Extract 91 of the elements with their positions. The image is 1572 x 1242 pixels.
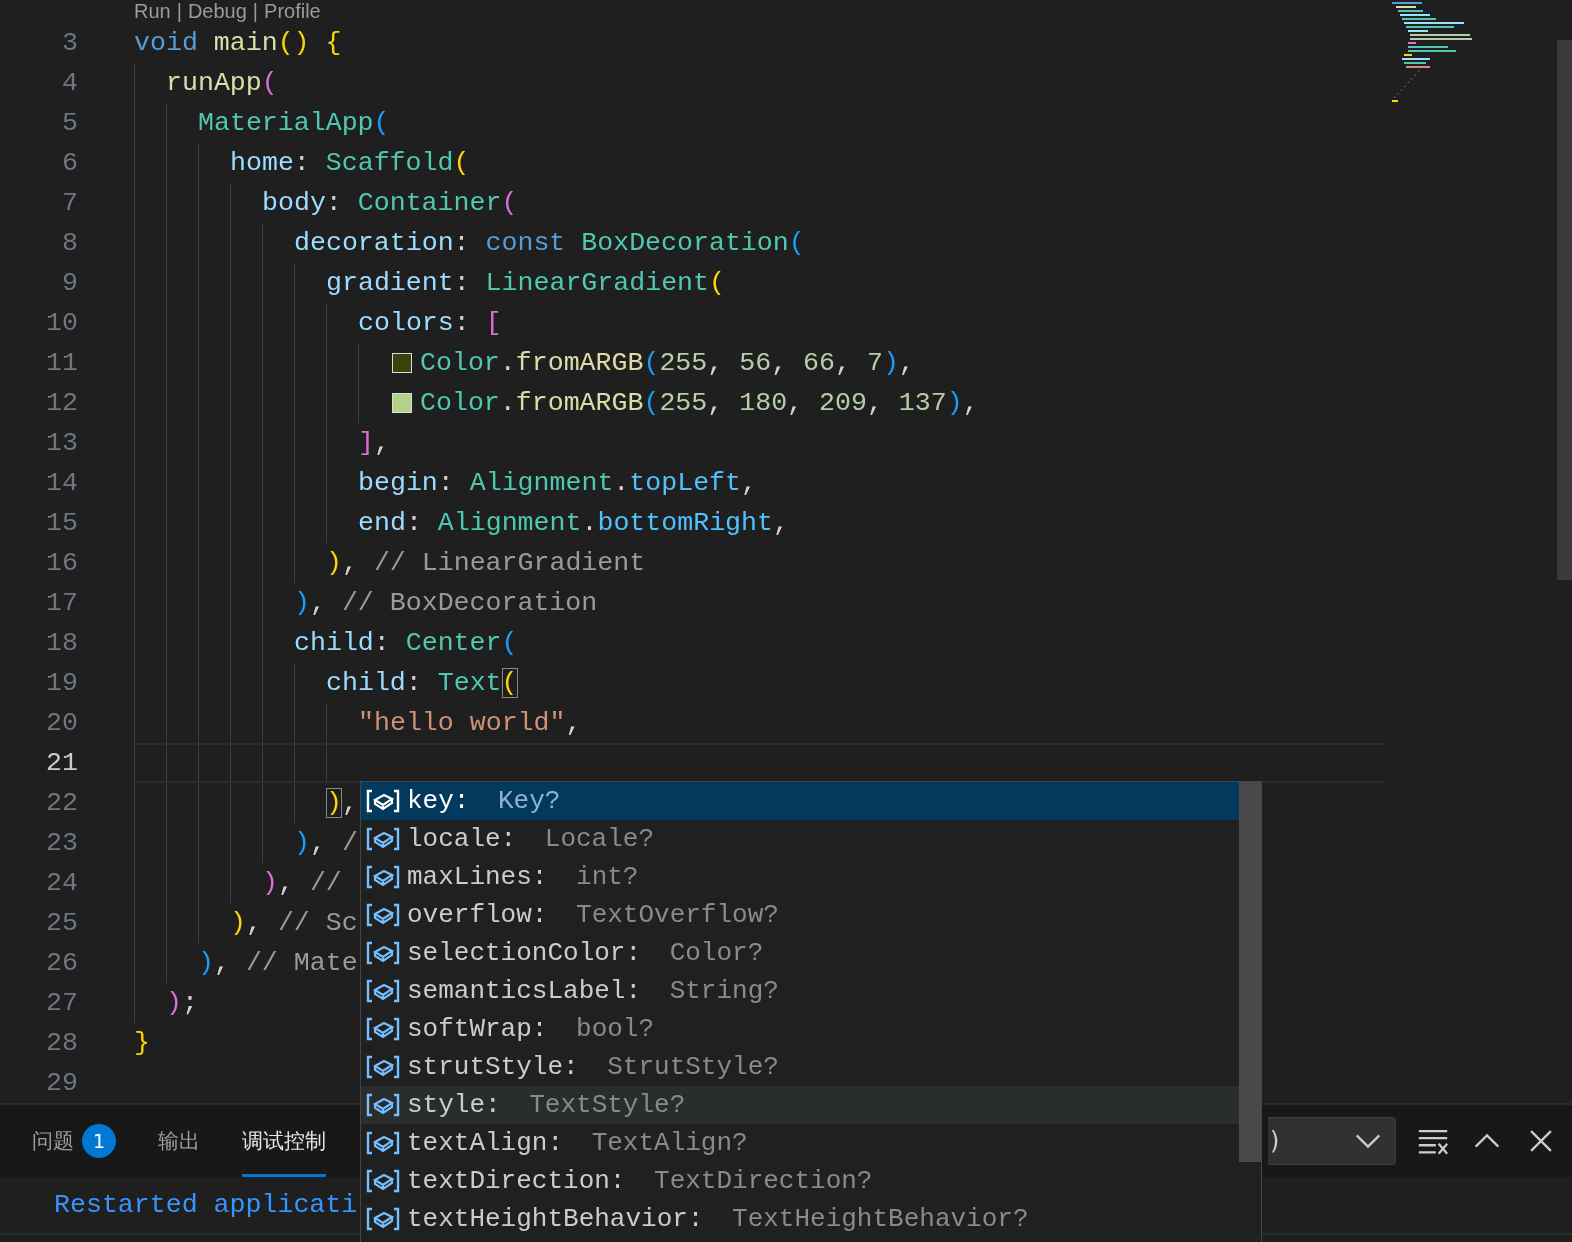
code-text: ); bbox=[166, 988, 198, 1018]
code-text: ], bbox=[358, 428, 390, 458]
scrollbar[interactable] bbox=[1557, 40, 1572, 580]
codelens-link[interactable]: Debug bbox=[187, 0, 247, 23]
suggestion-item[interactable]: textAlign: TextAlign? bbox=[361, 1124, 1239, 1162]
field-icon bbox=[366, 1016, 400, 1042]
panel-tab[interactable]: 问题 1 bbox=[32, 1105, 116, 1177]
suggestion-item[interactable]: overflow: TextOverflow? bbox=[361, 896, 1239, 934]
field-icon bbox=[366, 1054, 400, 1080]
panel-tab[interactable]: 调试控制 bbox=[242, 1105, 326, 1177]
line-number: 10 bbox=[45, 308, 78, 338]
suggestion-item[interactable]: key: Key? bbox=[361, 782, 1239, 820]
code-text: child: Text( bbox=[326, 668, 518, 698]
field-icon bbox=[366, 826, 400, 852]
line-number: 20 bbox=[45, 708, 78, 738]
code-text: ), bbox=[326, 788, 358, 818]
line-number: 13 bbox=[45, 428, 78, 458]
line-number: 12 bbox=[45, 388, 78, 418]
line-number: 29 bbox=[45, 1068, 78, 1098]
suggestion-item[interactable]: semanticsLabel: String? bbox=[361, 972, 1239, 1010]
line-number: 9 bbox=[61, 268, 78, 298]
line-number: 6 bbox=[61, 148, 78, 178]
code-text: child: Center( bbox=[294, 628, 518, 658]
field-icon bbox=[366, 1130, 400, 1156]
line-number: 7 bbox=[61, 188, 78, 218]
line-number: 23 bbox=[45, 828, 78, 858]
suggestion-item[interactable]: textDirection: TextDirection? bbox=[361, 1162, 1239, 1200]
code-text: gradient: LinearGradient( bbox=[326, 268, 725, 298]
codelens-link[interactable]: Run bbox=[134, 0, 171, 23]
line-number: 5 bbox=[61, 108, 78, 138]
code-text: begin: Alignment.topLeft, bbox=[358, 468, 757, 498]
line-number: 28 bbox=[45, 1028, 78, 1058]
code-text: MaterialApp( bbox=[198, 108, 390, 138]
line-number: 11 bbox=[45, 348, 78, 378]
code-text: runApp( bbox=[166, 68, 278, 98]
line-number: 8 bbox=[61, 228, 78, 258]
line-number: 15 bbox=[45, 508, 78, 538]
separator: | bbox=[176, 0, 182, 23]
suggestion-item[interactable]: maxLines: int? bbox=[361, 858, 1239, 896]
color-swatch-icon[interactable] bbox=[392, 353, 412, 373]
field-icon bbox=[366, 1168, 400, 1194]
code-text: ), // LinearGradient bbox=[326, 548, 646, 578]
output-text: Restarted applicati bbox=[54, 1190, 358, 1220]
code-text: body: Container( bbox=[262, 188, 518, 218]
code-text: decoration: const BoxDecoration( bbox=[294, 228, 805, 258]
code-text: home: Scaffold( bbox=[230, 148, 470, 178]
line-number: 19 bbox=[45, 668, 78, 698]
field-icon bbox=[366, 902, 400, 928]
line-number: 27 bbox=[45, 988, 78, 1018]
field-icon bbox=[366, 1206, 400, 1232]
line-number: 16 bbox=[45, 548, 78, 578]
panel-tab[interactable]: 输出 bbox=[158, 1105, 200, 1177]
suggestion-item[interactable]: selectionColor: Color? bbox=[361, 934, 1239, 972]
code-text: ), // Mate bbox=[198, 948, 358, 978]
line-number: 24 bbox=[45, 868, 78, 898]
scrollbar[interactable] bbox=[1239, 782, 1261, 1162]
field-icon bbox=[366, 788, 400, 814]
code-text: "hello world", bbox=[358, 708, 582, 738]
dropdown[interactable]: ) bbox=[1268, 1117, 1396, 1165]
line-number: 14 bbox=[45, 468, 78, 498]
line-number: 18 bbox=[45, 628, 78, 658]
code-text: ), / bbox=[294, 828, 358, 858]
count-badge: 1 bbox=[82, 1124, 116, 1158]
suggestion-item[interactable]: style: TextStyle? bbox=[361, 1086, 1239, 1124]
line-number: 25 bbox=[45, 908, 78, 938]
code-text: } bbox=[134, 1028, 150, 1058]
code-text: Color.fromARGB(255, 180, 209, 137), bbox=[420, 388, 979, 418]
suggestion-item[interactable]: locale: Locale? bbox=[361, 820, 1239, 858]
suggestion-item[interactable]: textHeightBehavior: TextHeightBehavior? bbox=[361, 1200, 1239, 1238]
line-number: 4 bbox=[61, 68, 78, 98]
code-text: ), // BoxDecoration bbox=[294, 588, 598, 618]
field-icon bbox=[366, 1092, 400, 1118]
line-number: 22 bbox=[45, 788, 78, 818]
code-text: colors: [ bbox=[358, 308, 502, 338]
code-text: void main() { bbox=[134, 28, 342, 58]
code-text: Color.fromARGB(255, 56, 66, 7), bbox=[420, 348, 915, 378]
suggestion-item[interactable]: softWrap: bool? bbox=[361, 1010, 1239, 1048]
line-number: 3 bbox=[61, 28, 78, 58]
line-number: 17 bbox=[45, 588, 78, 618]
line-number: 26 bbox=[45, 948, 78, 978]
line-number: 21 bbox=[45, 748, 78, 778]
field-icon bbox=[366, 978, 400, 1004]
code-text: ), // Sc bbox=[230, 908, 358, 938]
field-icon bbox=[366, 940, 400, 966]
separator: | bbox=[252, 0, 259, 23]
codelens-link[interactable]: Profile bbox=[264, 0, 321, 23]
code-text: ), // bbox=[262, 868, 342, 898]
color-swatch-icon[interactable] bbox=[392, 393, 412, 413]
code-text: end: Alignment.bottomRight, bbox=[358, 508, 789, 538]
field-icon bbox=[366, 864, 400, 890]
suggestion-item[interactable]: strutStyle: StrutStyle? bbox=[361, 1048, 1239, 1086]
